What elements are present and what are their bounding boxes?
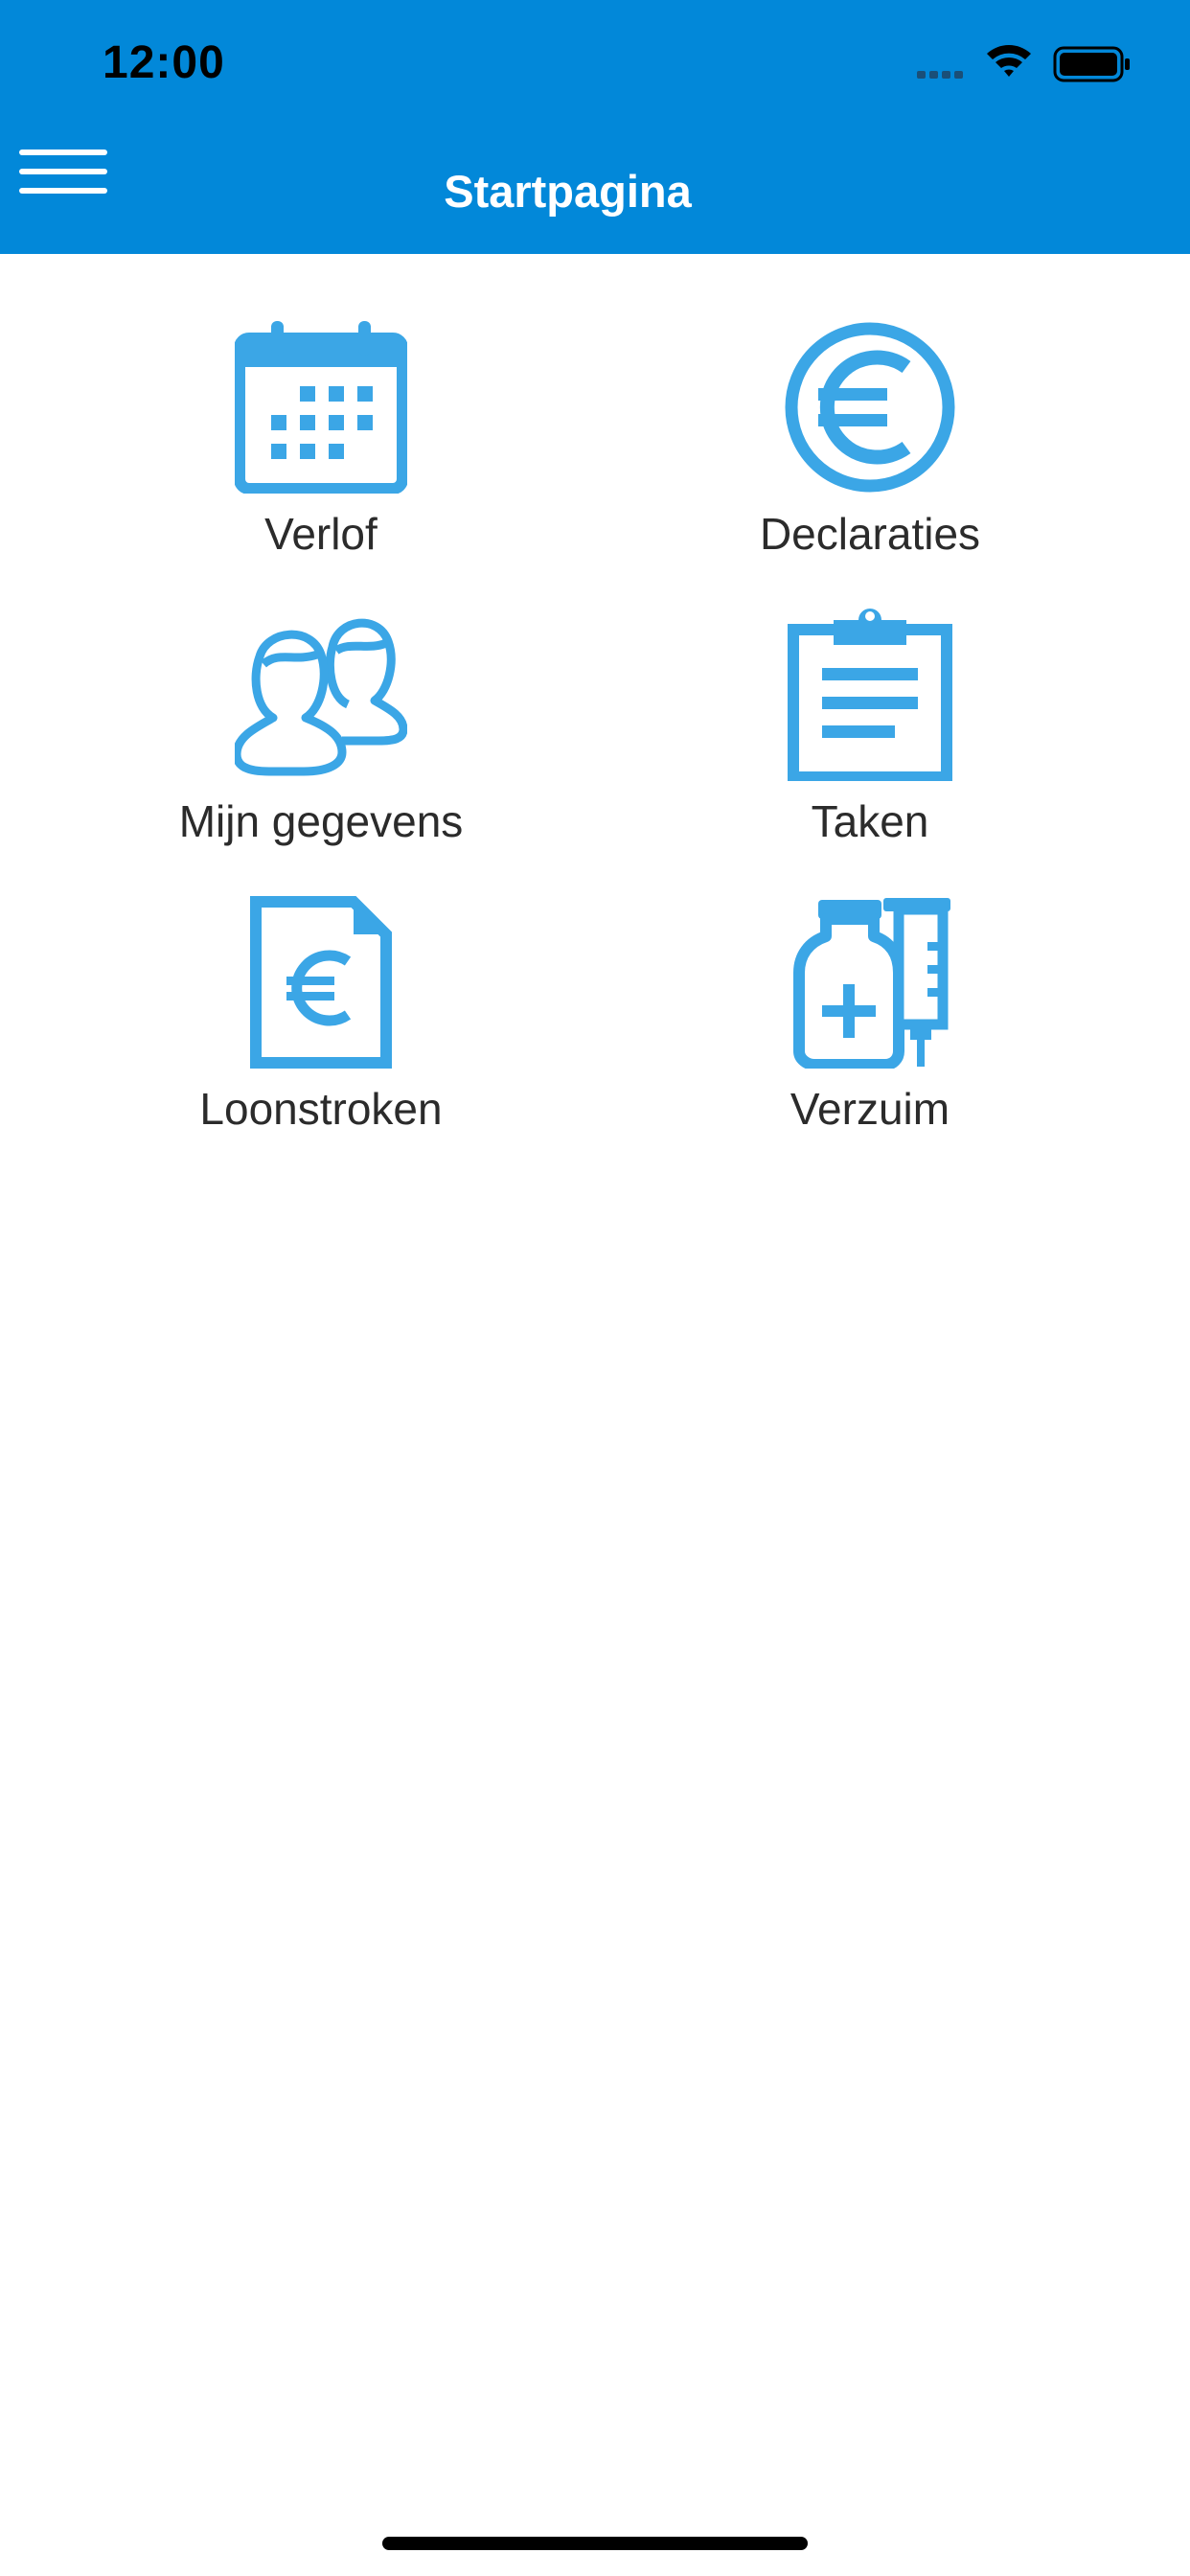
tile-label: Declaraties bbox=[759, 509, 981, 559]
payslip-document-icon bbox=[250, 896, 392, 1069]
wifi-icon bbox=[987, 45, 1031, 77]
tile-taken[interactable]: Taken bbox=[621, 609, 1119, 858]
tile-mijn-gegevens[interactable]: Mijn gegevens bbox=[72, 609, 570, 858]
tile-verzuim[interactable]: Verzuim bbox=[621, 896, 1119, 1145]
tile-label: Taken bbox=[811, 796, 929, 846]
tile-declaraties[interactable]: Declaraties bbox=[621, 321, 1119, 570]
medicine-syringe-icon bbox=[793, 898, 950, 1069]
calendar-icon bbox=[235, 321, 407, 494]
battery-icon bbox=[1053, 46, 1130, 82]
people-icon bbox=[235, 618, 407, 776]
tile-label: Mijn gegevens bbox=[178, 796, 464, 846]
page-title: Startpagina bbox=[444, 166, 692, 217]
tile-label: Verlof bbox=[264, 509, 378, 559]
tile-label: Verzuim bbox=[790, 1084, 950, 1134]
tile-label: Loonstroken bbox=[199, 1084, 443, 1134]
euro-icon bbox=[785, 322, 955, 493]
signal-icon bbox=[917, 71, 963, 79]
status-time: 12:00 bbox=[103, 37, 225, 88]
tile-verlof[interactable]: Verlof bbox=[72, 321, 570, 570]
status-icons bbox=[917, 45, 1130, 82]
tile-loonstroken[interactable]: Loonstroken bbox=[72, 896, 570, 1145]
clipboard-icon bbox=[788, 609, 952, 781]
home-screen: 12:00 Startpagina Verlof Declaraties Mij… bbox=[0, 0, 1190, 2576]
home-indicator[interactable] bbox=[382, 2537, 808, 2550]
app-header: 12:00 Startpagina bbox=[0, 0, 1190, 254]
